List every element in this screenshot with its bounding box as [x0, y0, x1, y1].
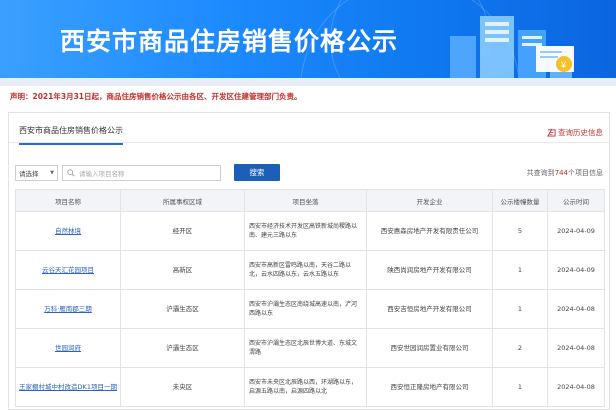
notice-statement: 声明：2021年3月31日起，商品住房销售价格公示由各区、开发区住建管理部门负责… — [10, 92, 302, 101]
search-icon — [67, 168, 75, 176]
building-count-cell: 5 — [492, 211, 548, 251]
result-count: 共查询到744个项目信息 — [527, 168, 603, 178]
column-header: 项目坐落 — [244, 189, 367, 212]
chevron-down-icon: ▼ — [50, 169, 54, 176]
location-cell: 西安市经济技术开发区高铁新城尚稷路以南、建元三路以东 — [244, 211, 367, 251]
panel-header: 西安市商品住房销售价格公示 查询历史信息 — [9, 113, 609, 145]
table-row: 云谷天汇花园项目 高新区 西安市高新区雷鸣路以南，天谷二路以北，云水四路以东，云… — [15, 250, 605, 290]
column-header: 项目名称 — [15, 189, 121, 212]
filter-select-value: 请选择 — [19, 169, 39, 178]
content-panel: 西安市商品住房销售价格公示 查询历史信息 请选择 ▼ 请输入项目名称 搜索 共查… — [8, 112, 610, 410]
project-name-cell: 世园润府 — [15, 328, 121, 368]
project-name-link[interactable]: 世园润府 — [55, 344, 81, 352]
history-query-link[interactable]: 查询历史信息 — [547, 127, 603, 138]
search-input[interactable]: 请输入项目名称 — [62, 164, 221, 181]
result-count-number: 744 — [554, 169, 568, 177]
table-row: 万科·雁南郡三期 沪灞生态区 西安市沪灞生态区南绕城高速以南，浐河西路以东 西安… — [15, 289, 605, 329]
project-name-cell: 自然林境 — [15, 211, 121, 251]
publicity-date-cell: 2024-04-08 — [547, 289, 605, 329]
column-header: 公示楼幢数量 — [492, 189, 548, 212]
table-header-row: 项目名称 所属事权区域 项目坐落 开发企业 公示楼幢数量 公示时间 — [15, 189, 605, 212]
column-header: 公示时间 — [547, 189, 605, 212]
location-cell: 西安市未央区北辰路以西，环湖路以东，启源五路以南，启源四路以北 — [244, 367, 367, 407]
buildings-illustration-icon: ¥ — [450, 16, 574, 80]
page-title: 西安市商品住房销售价格公示 — [60, 27, 399, 56]
header-banner: 西安市商品住房销售价格公示 ¥ — [0, 0, 616, 80]
tab-price-publicity[interactable]: 西安市商品住房销售价格公示 — [19, 125, 123, 145]
building-count-cell: 1 — [492, 367, 548, 407]
project-name-link[interactable]: 王家棚村城中村改造DK1项目一期 — [19, 383, 117, 391]
column-header: 所属事权区域 — [120, 189, 245, 212]
project-name-link[interactable]: 自然林境 — [55, 227, 81, 235]
table-row: 世园润府 沪灞生态区 西安市沪灞生态区北辰世博大道、东城文渭路 西安世园润房置业… — [15, 328, 605, 368]
building-count-cell: 1 — [492, 250, 548, 290]
project-table: 项目名称 所属事权区域 项目坐落 开发企业 公示楼幢数量 公示时间 自然林境 经… — [15, 189, 605, 407]
table-row: 自然林境 经开区 西安市经济技术开发区高铁新城尚稷路以南、建元三路以东 西安惠森… — [15, 211, 605, 251]
project-name-link[interactable]: 万科·雁南郡三期 — [44, 305, 92, 313]
publicity-date-cell: 2024-04-09 — [547, 211, 605, 251]
developer-cell: 西安世园润房置业有限公司 — [366, 328, 493, 368]
region-cell: 高新区 — [120, 250, 245, 290]
location-cell: 西安市沪灞生态区南绕城高速以南，浐河西路以东 — [244, 289, 367, 329]
project-name-cell: 万科·雁南郡三期 — [15, 289, 121, 329]
publicity-date-cell: 2024-04-08 — [547, 328, 605, 368]
result-count-suffix: 个项目信息 — [568, 169, 603, 177]
filter-select[interactable]: 请选择 ▼ — [15, 164, 58, 181]
search-placeholder: 请输入项目名称 — [79, 169, 125, 178]
developer-cell: 西安恒正隆房地产有限公司 — [366, 367, 493, 407]
svg-text:¥: ¥ — [560, 60, 567, 70]
building-count-cell: 2 — [492, 328, 548, 368]
location-cell: 西安市沪灞生态区北辰世博大道、东城文渭路 — [244, 328, 367, 368]
region-cell: 沪灞生态区 — [120, 328, 245, 368]
column-header: 开发企业 — [366, 189, 493, 212]
developer-cell: 陕西尚润房地产开发有限公司 — [366, 250, 493, 290]
region-cell: 沪灞生态区 — [120, 289, 245, 329]
history-icon — [547, 128, 556, 137]
project-name-cell: 云谷天汇花园项目 — [15, 250, 121, 290]
project-name-cell: 王家棚村城中村改造DK1项目一期 — [15, 367, 121, 407]
building-count-cell: 1 — [492, 289, 548, 329]
search-toolbar: 请选择 ▼ 请输入项目名称 搜索 — [15, 164, 280, 181]
result-count-prefix: 共查询到 — [526, 169, 555, 177]
publicity-date-cell: 2024-04-08 — [547, 367, 605, 407]
developer-cell: 西安惠森房地产开发有限责任公司 — [366, 211, 493, 251]
publicity-date-cell: 2024-04-09 — [547, 250, 605, 290]
developer-cell: 西安吉恒房地产开发有限公司 — [366, 289, 493, 329]
history-link-label: 查询历史信息 — [558, 128, 603, 137]
project-name-link[interactable]: 云谷天汇花园项目 — [42, 266, 94, 274]
region-cell: 经开区 — [120, 211, 245, 251]
search-button[interactable]: 搜索 — [234, 164, 280, 181]
location-cell: 西安市高新区雷鸣路以南，天谷二路以北，云水四路以东，云水五路以东 — [244, 250, 367, 290]
table-row: 王家棚村城中村改造DK1项目一期 未央区 西安市未央区北辰路以西，环湖路以东，启… — [15, 367, 605, 407]
banner-divider — [0, 78, 616, 86]
region-cell: 未央区 — [120, 367, 245, 407]
